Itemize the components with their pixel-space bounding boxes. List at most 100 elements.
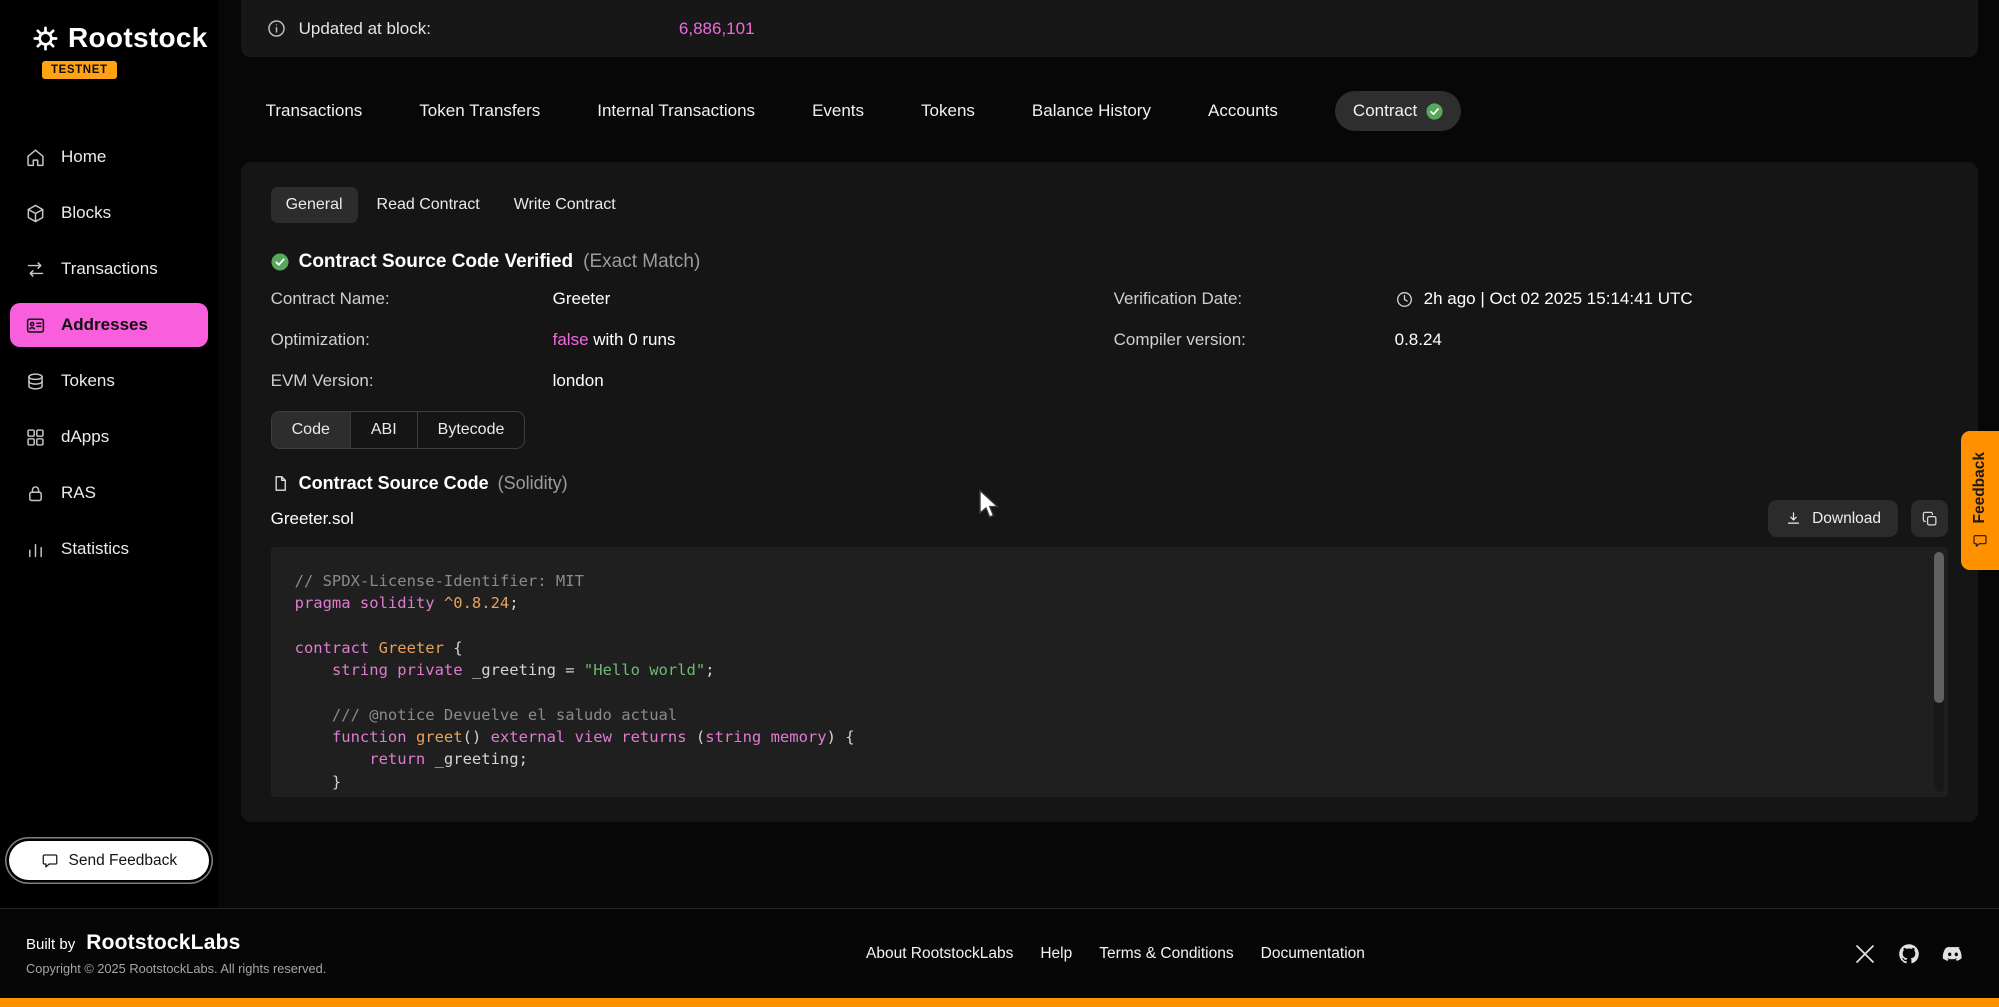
main-content: Updated at block: 6,886,101 Transactions… [218,0,1999,908]
sidebar-item-dapps[interactable]: dApps [10,415,208,459]
code-tab-code[interactable]: Code [272,412,350,448]
footer-link-terms-and-conditions[interactable]: Terms & Conditions [1099,945,1233,963]
feedback-tab[interactable]: Feedback [1961,431,1999,570]
sidebar-item-transactions[interactable]: Transactions [10,247,208,291]
source-code-block[interactable]: // SPDX-License-Identifier: MITpragma so… [271,547,1948,797]
rootstock-logo[interactable]: Rootstock [10,22,208,54]
compiler-version-value: 0.8.24 [1395,330,1948,350]
tab-tokens[interactable]: Tokens [921,101,975,121]
optimization-label: Optimization: [271,330,553,350]
tab-accounts[interactable]: Accounts [1208,101,1278,121]
code-line: string private _greeting = "Hello world"… [295,659,1908,681]
statistics-icon [25,539,46,560]
tab-label: Events [812,101,864,120]
sidebar-item-tokens[interactable]: Tokens [10,359,208,403]
code-scrollbar[interactable] [1934,552,1944,703]
subtab-general[interactable]: General [271,187,358,223]
rootstocklabs-logo[interactable]: RootstockLabs [86,931,240,955]
code-line: } [295,771,1908,793]
code-line: // SPDX-License-Identifier: MIT [295,570,1908,592]
sidebar-item-label: dApps [61,427,109,447]
verification-date-text: 2h ago | Oct 02 2025 15:14:41 UTC [1424,289,1693,309]
code-line: pragma solidity ^0.8.24; [295,592,1908,614]
footer: Built by RootstockLabs Copyright © 2025 … [0,908,1999,998]
sidebar-item-label: RAS [61,483,96,503]
send-feedback-button[interactable]: Send Feedback [9,841,209,880]
sidebar-item-home[interactable]: Home [10,135,208,179]
subtab-read-contract[interactable]: Read Contract [362,187,495,223]
sidebar-item-statistics[interactable]: Statistics [10,527,208,571]
footer-link-documentation[interactable]: Documentation [1261,945,1365,963]
optimization-flag: false [553,330,589,349]
sidebar-item-ras[interactable]: RAS [10,471,208,515]
sidebar-item-label: Blocks [61,203,111,223]
tab-transactions[interactable]: Transactions [266,101,363,121]
verified-note: (Exact Match) [583,251,700,273]
built-by-row: Built by RootstockLabs [26,931,326,955]
verification-date-value: 2h ago | Oct 02 2025 15:14:41 UTC [1395,289,1948,309]
source-title-text: Contract Source Code [299,473,489,494]
contract-name-label: Contract Name: [271,289,553,309]
verified-title: Contract Source Code Verified [299,251,574,273]
code-line: function greet() external view returns (… [295,726,1908,748]
block-number-link[interactable]: 6,886,101 [679,19,755,39]
tab-label: Internal Transactions [597,101,755,120]
contract-fields: Contract Name: Greeter Verification Date… [271,289,1948,391]
send-feedback-label: Send Feedback [69,852,178,870]
download-icon [1785,510,1802,527]
tab-label: Tokens [921,101,975,120]
verified-check-icon [271,253,289,271]
discord-icon[interactable] [1941,942,1965,966]
brand-name: Rootstock [68,22,208,54]
sidebar-item-addresses[interactable]: Addresses [10,303,208,347]
feedback-tab-label: Feedback [1971,452,1989,524]
sidebar-item-label: Transactions [61,259,158,279]
evm-version-label: EVM Version: [271,371,553,391]
download-label: Download [1812,510,1881,528]
tab-label: Transactions [266,101,363,120]
tab-label: Token Transfers [419,101,540,120]
footer-link-help[interactable]: Help [1040,945,1072,963]
home-icon [25,147,46,168]
tab-label: Accounts [1208,101,1278,120]
footer-link-about-rootstocklabs[interactable]: About RootstockLabs [866,945,1013,963]
sidebar-item-label: Statistics [61,539,129,559]
tab-events[interactable]: Events [812,101,864,121]
tab-label: Balance History [1032,101,1151,120]
transactions-icon [25,259,46,280]
tab-balance-history[interactable]: Balance History [1032,101,1151,121]
download-button[interactable]: Download [1768,500,1898,537]
sidebar-item-label: Home [61,147,106,167]
evm-version-value: london [553,371,1114,391]
verification-date-label: Verification Date: [1114,289,1395,309]
built-by-label: Built by [26,936,75,953]
file-icon [271,474,290,493]
addresses-icon [25,315,46,336]
contract-subtabs: GeneralRead ContractWrite Contract [271,187,1948,223]
footer-left: Built by RootstockLabs Copyright © 2025 … [26,931,326,976]
contract-name-value: Greeter [553,289,1114,309]
compiler-version-label: Compiler version: [1114,330,1395,350]
app-root: Rootstock TESTNET HomeBlocksTransactions… [0,0,1999,908]
tab-contract[interactable]: Contract [1335,91,1461,131]
code-line: contract Greeter { [295,637,1908,659]
code-line: /// @notice Devuelve el saludo actual [295,704,1908,726]
file-name: Greeter.sol [271,509,354,529]
code-tab-abi[interactable]: ABI [350,412,417,448]
tab-token-transfers[interactable]: Token Transfers [419,101,540,121]
sidebar-item-label: Addresses [61,315,148,335]
sidebar-item-label: Tokens [61,371,115,391]
code-line [295,681,1908,703]
code-tab-bytecode[interactable]: Bytecode [417,412,525,448]
subtab-write-contract[interactable]: Write Contract [499,187,631,223]
footer-social [1853,942,1965,966]
code-view-toggle: CodeABIBytecode [271,411,526,449]
copy-button[interactable] [1911,500,1948,537]
copyright-text: Copyright © 2025 RootstockLabs. All righ… [26,961,326,976]
sidebar-item-blocks[interactable]: Blocks [10,191,208,235]
github-icon[interactable] [1897,942,1921,966]
optimization-rest: with 0 runs [589,330,676,349]
file-row: Greeter.sol Download [271,500,1948,537]
x-icon[interactable] [1853,942,1877,966]
tab-internal-transactions[interactable]: Internal Transactions [597,101,755,121]
